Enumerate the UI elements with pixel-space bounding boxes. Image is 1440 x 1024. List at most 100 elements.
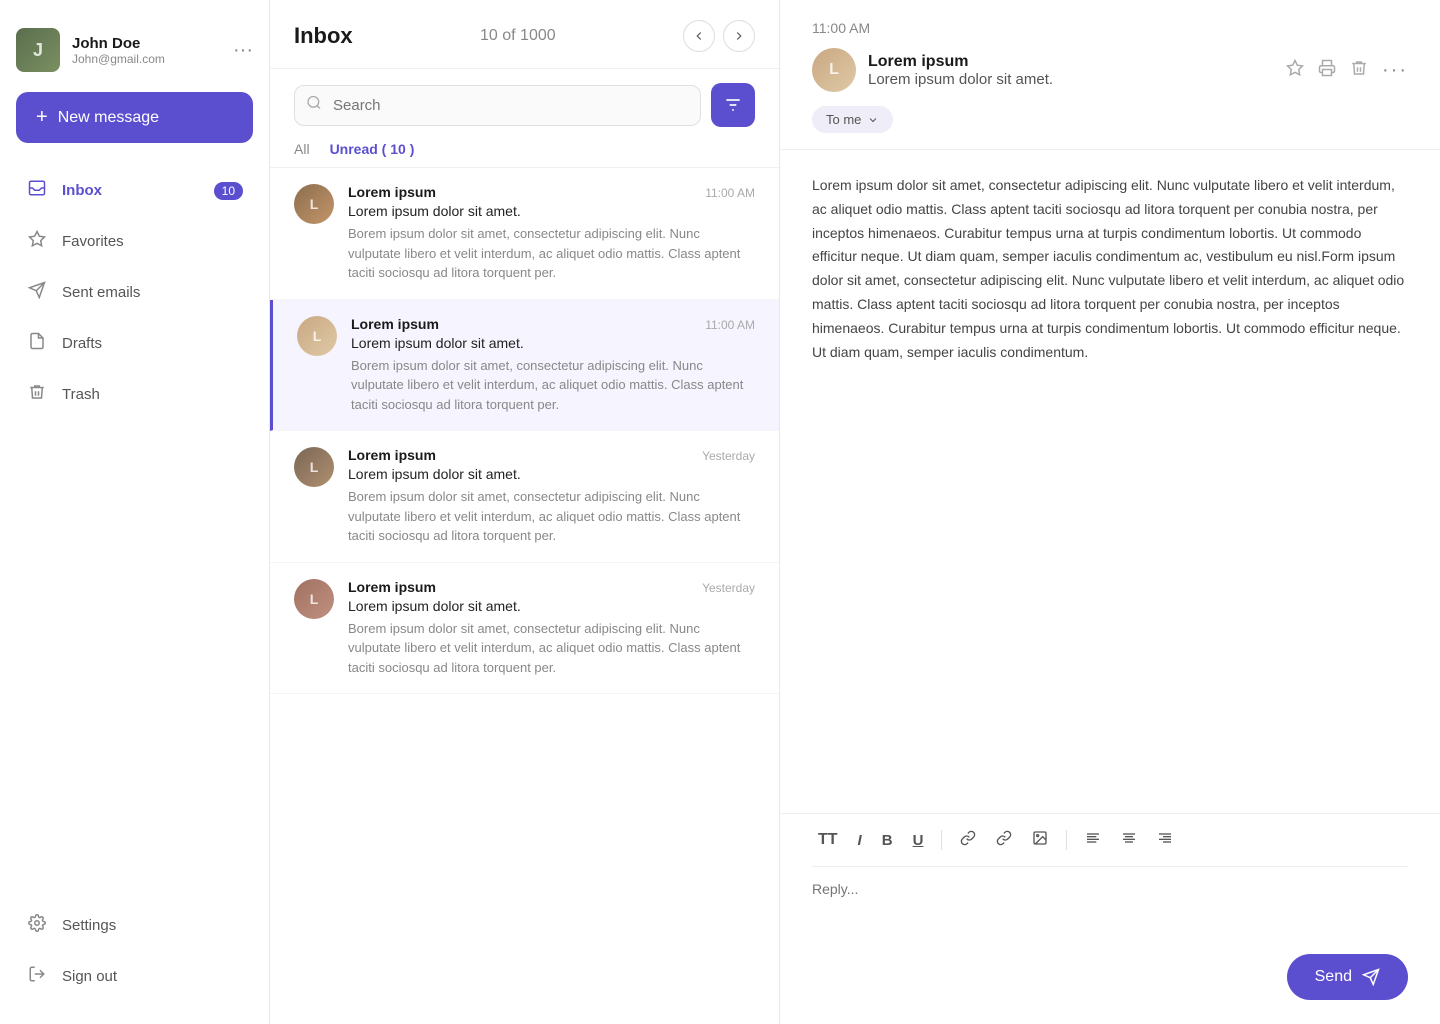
sidebar-item-trash[interactable]: Trash — [16, 371, 253, 418]
next-arrow-button[interactable] — [723, 20, 755, 52]
detail-body: Lorem ipsum dolor sit amet, consectetur … — [780, 150, 1440, 814]
toolbar-text-button[interactable]: TT — [812, 827, 844, 853]
email-detail-panel: 11:00 AM L Lorem ipsum Lorem ipsum dolor… — [780, 0, 1440, 1024]
user-more-button[interactable]: ··· — [233, 39, 253, 62]
star-icon — [26, 230, 48, 253]
email-content-3: Lorem ipsum Yesterday Lorem ipsum dolor … — [348, 447, 755, 546]
email-avatar-2: L — [297, 316, 337, 356]
email-subject-3: Lorem ipsum dolor sit amet. — [348, 466, 755, 482]
tabs-bar: All Unread ( 10 ) — [270, 141, 779, 168]
inbox-label: Inbox — [62, 182, 102, 199]
email-sender-2: Lorem ipsum — [351, 316, 439, 332]
email-subject-1: Lorem ipsum dolor sit amet. — [348, 203, 755, 219]
email-count: 10 of 1000 — [480, 27, 556, 45]
toolbar-separator-2 — [1066, 830, 1067, 850]
sidebar-item-drafts[interactable]: Drafts — [16, 320, 253, 367]
toolbar-align-center-button[interactable] — [1115, 826, 1143, 854]
delete-button[interactable] — [1350, 59, 1368, 82]
new-message-label: New message — [58, 109, 159, 127]
search-icon — [306, 95, 322, 116]
toolbar-bold-button[interactable]: B — [876, 828, 899, 853]
star-button[interactable] — [1286, 59, 1304, 82]
email-time-2: 11:00 AM — [705, 318, 755, 332]
tab-unread[interactable]: Unread ( 10 ) — [330, 141, 415, 157]
user-avatar: J — [16, 28, 60, 72]
email-content-4: Lorem ipsum Yesterday Lorem ipsum dolor … — [348, 579, 755, 678]
email-sender-1: Lorem ipsum — [348, 184, 436, 200]
drafts-icon — [26, 332, 48, 355]
email-list-header: Inbox 10 of 1000 — [270, 0, 779, 69]
favorites-label: Favorites — [62, 233, 124, 250]
sidebar-item-sent[interactable]: Sent emails — [16, 269, 253, 316]
user-name: John Doe — [72, 35, 221, 52]
email-item[interactable]: L Lorem ipsum Yesterday Lorem ipsum dolo… — [270, 563, 779, 695]
email-item[interactable]: L Lorem ipsum 11:00 AM Lorem ipsum dolor… — [270, 168, 779, 300]
inbox-icon — [26, 179, 48, 202]
sidebar-item-signout[interactable]: Sign out — [16, 953, 253, 1000]
reply-toolbar: TT I B U — [812, 814, 1408, 867]
email-preview-1: Borem ipsum dolor sit amet, consectetur … — [348, 224, 755, 283]
email-content-1: Lorem ipsum 11:00 AM Lorem ipsum dolor s… — [348, 184, 755, 283]
to-me-badge[interactable]: To me — [812, 106, 893, 133]
toolbar-separator-1 — [941, 830, 942, 850]
toolbar-italic-button[interactable]: I — [852, 828, 868, 853]
inbox-badge: 10 — [214, 182, 243, 200]
email-avatar-1: L — [294, 184, 334, 224]
detail-sender-name: Lorem ipsum — [868, 53, 1053, 71]
email-time-4: Yesterday — [702, 581, 755, 595]
sent-icon — [26, 281, 48, 304]
email-list-panel: Inbox 10 of 1000 All Unread ( 10 ) — [270, 0, 780, 1024]
user-profile: J John Doe John@gmail.com ··· — [16, 20, 253, 92]
detail-sender-avatar: L — [812, 48, 856, 92]
plus-icon: + — [36, 106, 48, 129]
sidebar-bottom: Settings Sign out — [16, 902, 253, 1004]
detail-action-buttons: ··· — [1286, 59, 1408, 82]
email-list-items: L Lorem ipsum 11:00 AM Lorem ipsum dolor… — [270, 168, 779, 1024]
email-avatar-3: L — [294, 447, 334, 487]
send-button[interactable]: Send — [1287, 954, 1408, 1000]
detail-sender-row: L Lorem ipsum Lorem ipsum dolor sit amet… — [812, 48, 1408, 92]
send-label: Send — [1315, 968, 1352, 986]
email-preview-3: Borem ipsum dolor sit amet, consectetur … — [348, 487, 755, 546]
email-content-2: Lorem ipsum 11:00 AM Lorem ipsum dolor s… — [351, 316, 755, 415]
prev-arrow-button[interactable] — [683, 20, 715, 52]
tab-all[interactable]: All — [294, 141, 310, 157]
search-input[interactable] — [294, 85, 701, 126]
email-time-3: Yesterday — [702, 449, 755, 463]
sidebar-item-favorites[interactable]: Favorites — [16, 218, 253, 265]
detail-header: 11:00 AM L Lorem ipsum Lorem ipsum dolor… — [780, 0, 1440, 150]
toolbar-link1-button[interactable] — [954, 826, 982, 854]
toolbar-align-right-button[interactable] — [1151, 826, 1179, 854]
search-input-wrap — [294, 85, 701, 126]
detail-time: 11:00 AM — [812, 20, 1408, 36]
detail-subject-line: Lorem ipsum dolor sit amet. — [868, 71, 1053, 88]
trash-icon — [26, 383, 48, 406]
email-preview-2: Borem ipsum dolor sit amet, consectetur … — [351, 356, 755, 415]
signout-icon — [26, 965, 48, 988]
sidebar-item-inbox[interactable]: Inbox 10 — [16, 167, 253, 214]
print-button[interactable] — [1318, 59, 1336, 82]
email-time-1: 11:00 AM — [705, 186, 755, 200]
email-subject-2: Lorem ipsum dolor sit amet. — [351, 335, 755, 351]
filter-button[interactable] — [711, 83, 755, 127]
new-message-button[interactable]: + New message — [16, 92, 253, 143]
sidebar-item-settings[interactable]: Settings — [16, 902, 253, 949]
drafts-label: Drafts — [62, 335, 102, 352]
toolbar-align-left-button[interactable] — [1079, 826, 1107, 854]
settings-label: Settings — [62, 917, 116, 934]
to-me-label: To me — [826, 112, 861, 127]
email-avatar-4: L — [294, 579, 334, 619]
toolbar-underline-button[interactable]: U — [907, 828, 930, 853]
toolbar-link2-button[interactable] — [990, 826, 1018, 854]
toolbar-image-button[interactable] — [1026, 826, 1054, 854]
search-bar — [294, 83, 755, 127]
reply-input[interactable] — [812, 867, 1408, 917]
email-item[interactable]: L Lorem ipsum Yesterday Lorem ipsum dolo… — [270, 431, 779, 563]
user-info: John Doe John@gmail.com — [72, 35, 221, 66]
user-email: John@gmail.com — [72, 52, 221, 66]
trash-label: Trash — [62, 386, 100, 403]
sent-label: Sent emails — [62, 284, 140, 301]
more-button[interactable]: ··· — [1382, 59, 1408, 82]
email-subject-4: Lorem ipsum dolor sit amet. — [348, 598, 755, 614]
email-item[interactable]: L Lorem ipsum 11:00 AM Lorem ipsum dolor… — [270, 300, 779, 432]
